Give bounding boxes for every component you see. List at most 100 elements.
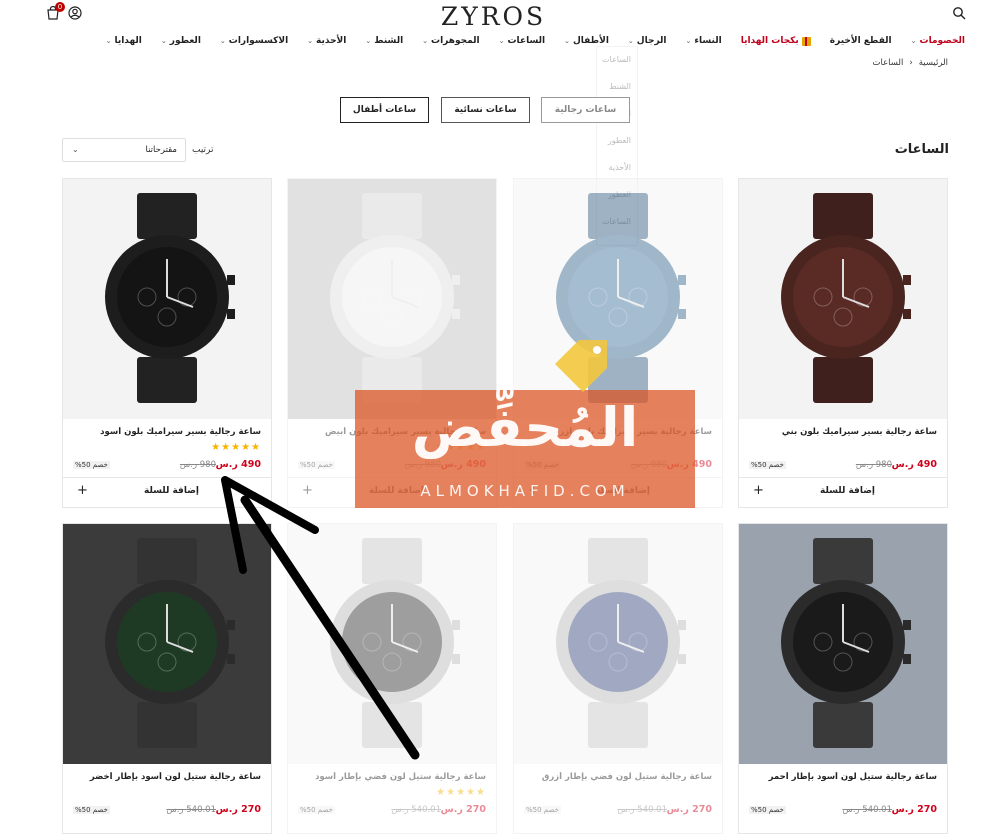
nav-item[interactable]: المجوهرات ⌄ (422, 34, 479, 48)
price-row: 270 ر.س 540.01 ر.س خصم 50% (749, 804, 937, 816)
product-image[interactable] (739, 524, 947, 764)
product-card[interactable]: ساعة رجالية بسير سيراميك بلون بني 490 ر.س… (738, 178, 948, 508)
nav-label: الأحذية (316, 36, 347, 46)
watch-illustration (105, 193, 235, 403)
nav-item[interactable]: بكجات الهدايا (741, 34, 811, 48)
nav-label: الهدايا (114, 36, 142, 46)
sale-price: 270 ر.س (440, 804, 486, 815)
price-tag-icon (555, 340, 607, 392)
product-image[interactable] (288, 179, 496, 419)
discount-badge: خصم 50% (749, 806, 786, 814)
original-price: 980 ر.س (179, 460, 216, 470)
plus-icon: + (77, 483, 88, 498)
product-image[interactable] (514, 524, 722, 764)
product-title[interactable]: ساعة رجالية ستيل لون فضي بإطار أسود (298, 772, 486, 782)
main-nav: الخصومات ⌄ القطع الأخيرة بكجات الهدايا النسا… (106, 34, 965, 48)
nav-item[interactable]: الهدايا ⌄ (106, 34, 142, 48)
sale-price: 270 ر.س (891, 804, 937, 815)
chevron-down-icon: ⌄ (422, 37, 429, 45)
original-price: 540.01 ر.س (391, 805, 441, 815)
chevron-down-icon: ⌄ (685, 37, 692, 45)
nav-item[interactable]: الساعات ⌄ (499, 34, 545, 48)
product-image[interactable] (63, 179, 271, 419)
chevron-down-icon: ⌄ (105, 37, 112, 45)
chevron-down-icon: ⌄ (72, 145, 79, 154)
product-title[interactable]: ساعة رجالية ستيل لون فضي بإطار أزرق (524, 772, 712, 782)
chevron-down-icon: ⌄ (627, 37, 634, 45)
category-mens-watches[interactable]: ساعات رجالية (541, 97, 630, 123)
nav-item[interactable]: الخصومات ⌄ (911, 34, 965, 48)
sale-price: 270 ر.س (666, 804, 712, 815)
dropdown-item[interactable]: العطور (608, 136, 631, 145)
original-price: 540.01 ر.س (617, 805, 667, 815)
nav-item[interactable]: النساء ⌄ (686, 34, 722, 48)
top-bar: ZYROS 0 (0, 0, 987, 31)
breadcrumb-separator: ‹ (909, 58, 913, 68)
add-to-cart-button[interactable]: إضافة للسلة + (739, 477, 947, 505)
original-price: 540.01 ر.س (166, 805, 216, 815)
original-price: 540.01 ر.س (842, 805, 892, 815)
product-card[interactable]: ساعة رجالية ستيل لون فضي بإطار أزرق 270 ر… (513, 523, 723, 834)
gift-icon (801, 36, 811, 46)
product-image[interactable] (739, 179, 947, 419)
nav-item[interactable]: القطع الأخيرة (830, 34, 892, 48)
original-price: 980 ر.س (855, 460, 892, 470)
nav-label: الرجال (636, 36, 667, 46)
price-row: 270 ر.س 540.01 ر.س خصم 50% (73, 804, 261, 816)
page-title: الساعات (894, 142, 949, 157)
sale-price: 490 ر.س (891, 459, 937, 470)
product-title[interactable]: ساعة رجالية ستيل لون أسود بإطار أخضر (73, 772, 261, 782)
search-icon[interactable] (952, 6, 966, 20)
dropdown-item[interactable]: الشنط (609, 82, 631, 91)
nav-item[interactable]: العطور ⌄ (161, 34, 201, 48)
user-account-icon[interactable] (68, 6, 82, 20)
discount-badge: خصم 50% (73, 461, 110, 469)
nav-item[interactable]: الاكسسوارات ⌄ (220, 34, 288, 48)
nav-label: المجوهرات (431, 36, 480, 46)
plus-icon: + (753, 483, 764, 498)
cart-count-badge: 0 (55, 2, 65, 12)
dropdown-item[interactable]: الأحذية (609, 163, 631, 172)
watch-illustration (556, 538, 686, 748)
nav-item[interactable]: الشنط ⌄ (365, 34, 403, 48)
nav-label: القطع الأخيرة (829, 36, 892, 46)
product-card[interactable]: ساعة رجالية بسير سيراميك بلون أسود ★★★★★ 4… (62, 178, 272, 508)
price-row: 490 ر.س980 ر.س خصم 50% (749, 459, 937, 471)
nav-label: الأطفال (572, 36, 609, 46)
rating-stars: ★★★★★ (211, 442, 261, 453)
sale-price: 490 ر.س (215, 459, 261, 470)
brand-logo[interactable]: ZYROS (0, 2, 987, 31)
dropdown-item[interactable]: الساعات (602, 55, 631, 64)
sort-select[interactable]: مقترحاتنا ⌄ (62, 138, 186, 162)
nav-label: النساء (694, 36, 722, 46)
add-to-cart-label: إضافة للسلة (144, 486, 199, 496)
add-to-cart-label: إضافة للسلة (820, 486, 875, 496)
discount-badge: خصم 50% (524, 806, 561, 814)
nav-label: بكجات الهدايا (740, 36, 799, 46)
product-title[interactable]: ساعة رجالية بسير سيراميك بلون أسود (73, 427, 261, 437)
price-row: 270 ر.س 540.01 ر.س خصم 50% (524, 804, 712, 816)
nav-label: الخصومات (919, 36, 965, 46)
breadcrumb-home[interactable]: الرئيسية (919, 58, 948, 68)
category-kids-watches[interactable]: ساعات أطفال (340, 97, 429, 123)
sort-label: ترتيب (192, 145, 214, 155)
breadcrumb: الرئيسية ‹ الساعات (873, 58, 948, 68)
chevron-down-icon: ⌄ (910, 37, 917, 45)
watch-illustration (781, 538, 911, 748)
chevron-down-icon: ⌄ (160, 37, 167, 45)
category-womens-watches[interactable]: ساعات نسائية (441, 97, 530, 123)
annotation-arrow (221, 476, 420, 760)
chevron-down-icon: ⌄ (564, 37, 570, 45)
product-title[interactable]: ساعة رجالية ستيل لون أسود بإطار أحمر (749, 772, 937, 782)
rating-stars: ★★★★★ (436, 787, 486, 798)
product-card[interactable]: ساعة رجالية ستيل لون أسود بإطار أحمر 270 … (738, 523, 948, 834)
discount-badge: خصم 50% (298, 461, 335, 469)
chevron-down-icon: ⌄ (219, 37, 226, 45)
nav-label: العطور (169, 36, 201, 46)
product-title[interactable]: ساعة رجالية بسير سيراميك بلون بني (749, 427, 937, 437)
nav-item[interactable]: الأحذية ⌄ (307, 34, 346, 48)
nav-label: الساعات (507, 36, 546, 46)
nav-label: الاكسسوارات (228, 36, 289, 46)
sort-value: مقترحاتنا (145, 145, 177, 155)
discount-badge: خصم 50% (73, 806, 110, 814)
